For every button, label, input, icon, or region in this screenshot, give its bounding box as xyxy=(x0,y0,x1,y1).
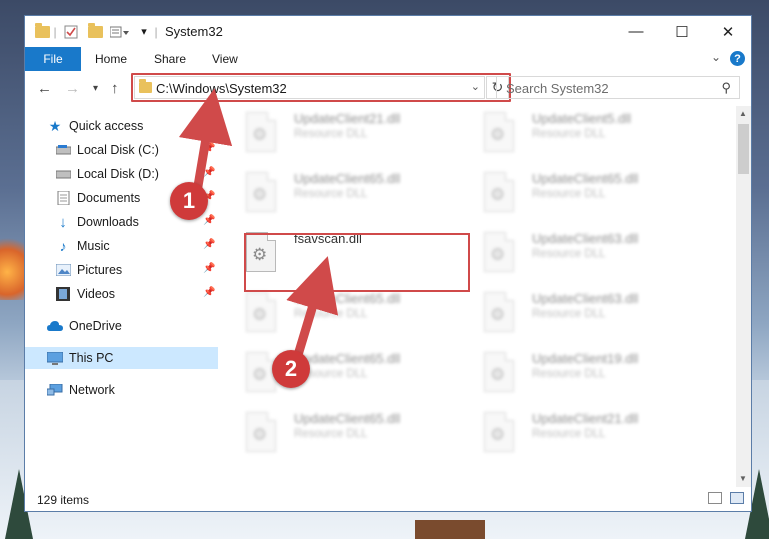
arrow-to-address-bar xyxy=(178,88,233,197)
step-badge-1: 1 xyxy=(170,182,208,220)
annotation-arrows xyxy=(178,88,339,360)
arrow-to-file xyxy=(286,256,339,360)
step-badge-2: 2 xyxy=(272,350,310,388)
